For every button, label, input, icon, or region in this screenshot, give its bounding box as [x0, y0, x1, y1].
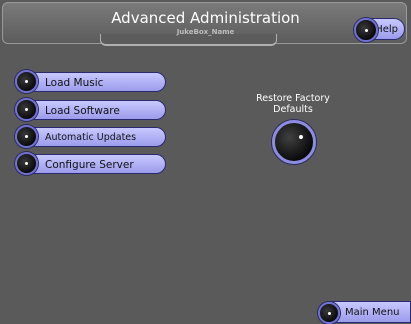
- restore-factory-defaults-label: Restore Factory Defaults: [256, 93, 330, 115]
- knob-icon: [15, 152, 38, 175]
- restore-factory-defaults-knob[interactable]: [272, 120, 316, 164]
- page-title: Advanced Administration: [111, 9, 300, 27]
- jukebox-name: JukeBox_Name: [176, 28, 235, 36]
- knob-icon: [15, 98, 38, 121]
- load-software-button[interactable]: Load Software: [15, 98, 166, 121]
- knob-icon: [15, 125, 38, 148]
- help-button-label: Help: [375, 24, 398, 35]
- help-button[interactable]: Help: [354, 18, 405, 42]
- knob-icon: [15, 70, 38, 93]
- knob-icon: [354, 18, 378, 42]
- knob-icon: [318, 302, 340, 324]
- load-music-button[interactable]: Load Music: [15, 70, 166, 93]
- automatic-updates-label: Automatic Updates: [45, 132, 137, 143]
- configure-server-label: Configure Server: [45, 159, 134, 171]
- automatic-updates-button[interactable]: Automatic Updates: [15, 125, 166, 148]
- load-software-label: Load Software: [45, 105, 120, 117]
- configure-server-button[interactable]: Configure Server: [15, 152, 166, 175]
- main-menu-label: Main Menu: [345, 307, 400, 318]
- load-music-label: Load Music: [45, 77, 104, 89]
